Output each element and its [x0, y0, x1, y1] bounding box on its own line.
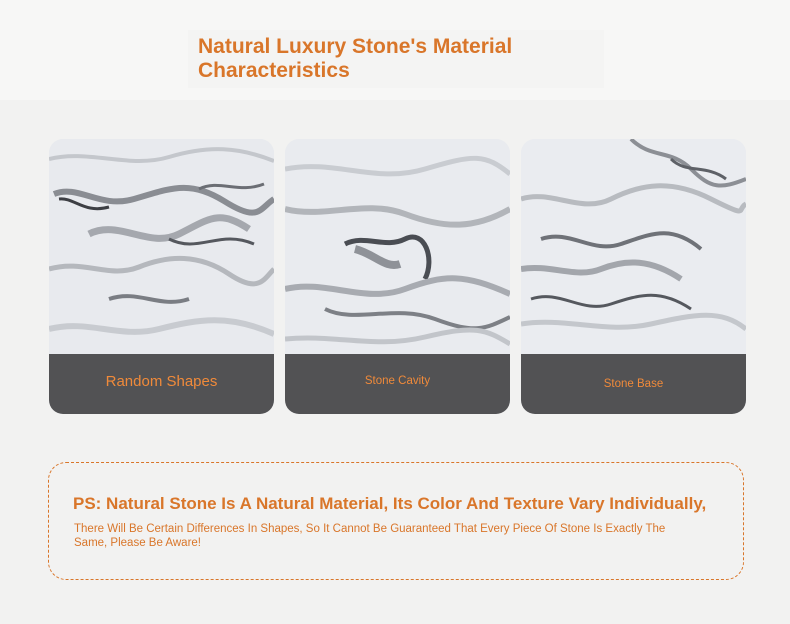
stone-card-stone-cavity: Stone Cavity	[285, 139, 510, 414]
notice-headline: PS: Natural Stone Is A Natural Material,…	[73, 494, 707, 513]
card-label: Stone Cavity	[364, 375, 431, 387]
stone-card-random-shapes: Random Shapes	[49, 139, 274, 414]
notice-box	[48, 462, 744, 580]
stone-card-stone-base: Stone Base	[521, 139, 746, 414]
notice-detail: There Will Be Certain Differences In Sha…	[74, 523, 666, 549]
card-label: Random Shapes	[105, 373, 218, 390]
page-title: Natural Luxury Stone's Material Characte…	[198, 35, 513, 82]
card-label: Stone Base	[603, 378, 664, 390]
